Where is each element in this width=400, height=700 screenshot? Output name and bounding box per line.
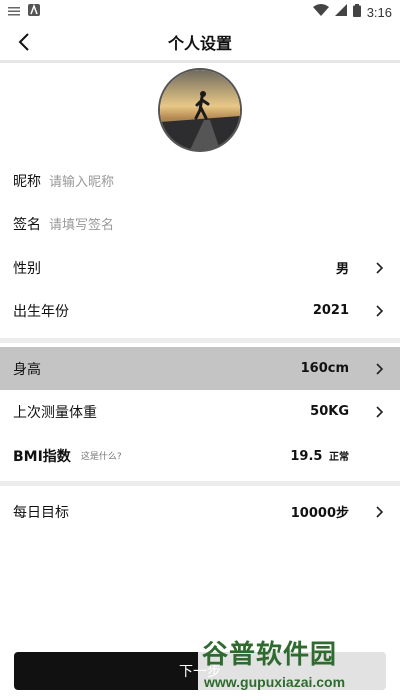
status-right-icons: 3:16 — [312, 3, 392, 21]
last-weight-row[interactable]: 上次测量体重 50KG — [0, 390, 400, 433]
watermark-logo: 谷普软件园 — [202, 640, 338, 670]
nickname-input[interactable]: 请输入昵称 — [49, 171, 114, 190]
bmi-hint-link[interactable]: 这是什么? — [81, 449, 122, 462]
birth-year-row[interactable]: 出生年份 2021 — [0, 289, 400, 332]
birth-year-value: 2021 — [312, 303, 349, 318]
bmi-value: 19.5 正常 — [290, 448, 349, 464]
bmi-number: 19.5 — [290, 448, 323, 464]
gender-value: 男 — [335, 262, 349, 277]
bmi-label: BMI指数 — [13, 448, 71, 465]
avatar-photo — [160, 70, 240, 150]
wifi-icon — [312, 4, 329, 20]
chevron-right-icon — [373, 505, 387, 519]
chevron-right-icon — [373, 261, 387, 275]
gender-row[interactable]: 性别 男 — [0, 246, 400, 289]
app-icon — [28, 3, 40, 20]
gender-label: 性别 — [13, 260, 41, 277]
birth-year-label: 出生年份 — [13, 303, 69, 320]
status-bar: 3:16 — [0, 0, 400, 24]
chevron-right-icon — [373, 362, 387, 376]
status-time: 3:16 — [366, 4, 392, 20]
notification-icon — [8, 5, 20, 20]
nickname-label: 昵称 — [13, 173, 41, 190]
bmi-status: 正常 — [329, 451, 349, 463]
height-row[interactable]: 身高 160cm — [0, 347, 400, 390]
avatar[interactable] — [158, 68, 242, 152]
status-left-icons — [8, 3, 40, 20]
nickname-row[interactable]: 昵称 请输入昵称 — [0, 159, 400, 202]
bmi-row: BMI指数 这是什么? 19.5 正常 — [0, 434, 400, 477]
signal-icon — [334, 4, 347, 20]
battery-icon — [352, 3, 361, 21]
watermark-url: www.gupuxiazai.com — [204, 674, 346, 690]
daily-goal-value: 10000步 — [290, 506, 349, 521]
back-button[interactable] — [10, 28, 38, 56]
header: 个人设置 — [0, 24, 400, 60]
section-divider — [0, 338, 400, 343]
signature-input[interactable]: 请填写签名 — [49, 214, 114, 233]
signature-row[interactable]: 签名 请填写签名 — [0, 202, 400, 245]
section-divider — [0, 481, 400, 486]
height-value: 160cm — [300, 361, 349, 376]
header-divider — [0, 60, 400, 63]
daily-goal-row[interactable]: 每日目标 10000步 — [0, 490, 400, 533]
chevron-left-icon — [18, 33, 29, 51]
chevron-right-icon — [373, 405, 387, 419]
signature-label: 签名 — [13, 216, 41, 233]
chevron-right-icon — [373, 304, 387, 318]
daily-goal-label: 每日目标 — [13, 504, 69, 521]
last-weight-value: 50KG — [310, 404, 349, 419]
height-label: 身高 — [13, 361, 41, 378]
page-title: 个人设置 — [167, 34, 232, 53]
last-weight-label: 上次测量体重 — [13, 404, 97, 421]
watermark: 谷普软件园 www.gupuxiazai.com — [198, 630, 400, 700]
